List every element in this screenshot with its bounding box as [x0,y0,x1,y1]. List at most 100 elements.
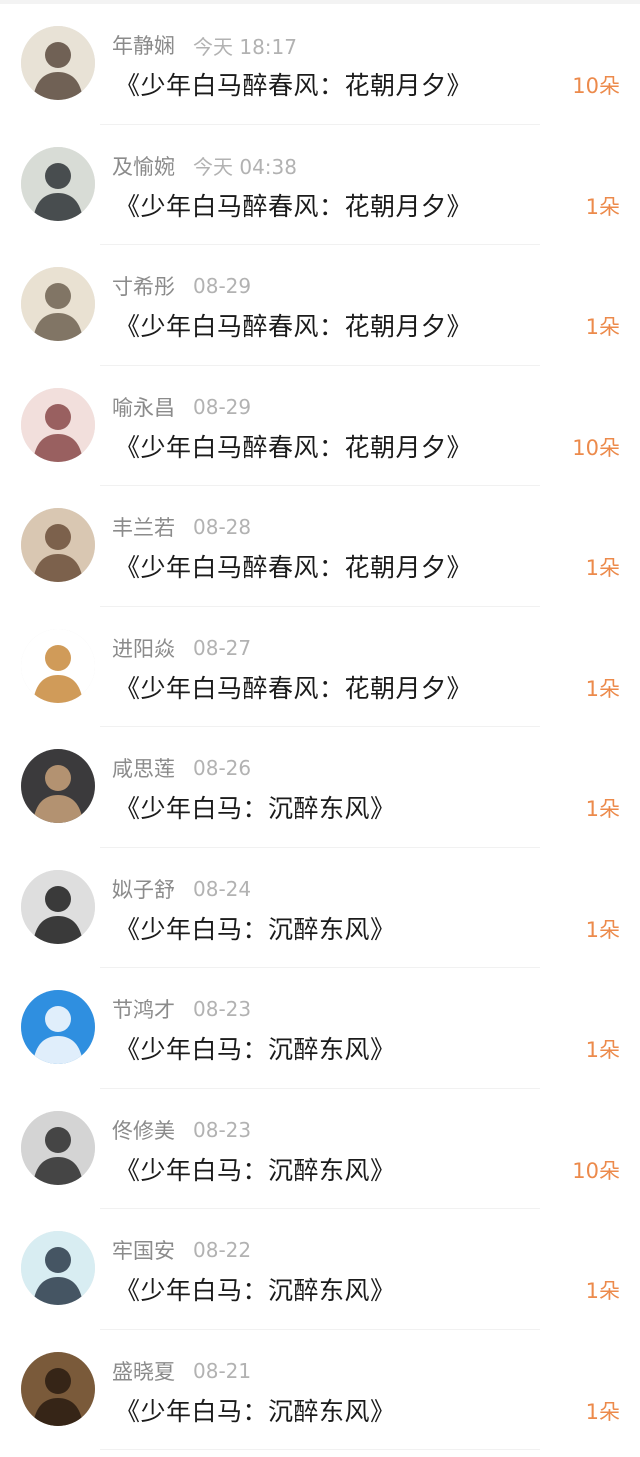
avatar[interactable] [21,628,95,703]
book-title[interactable]: 《少年白马醉春风：花朝月夕》 [115,548,472,584]
avatar-ink-portrait-icon [21,26,95,100]
flower-count: 1朵 [585,1279,620,1303]
user-name[interactable]: 年静娴 [112,30,175,60]
avatar[interactable] [21,1110,95,1185]
item-meta: 盛晓夏 08-21 [112,1356,251,1386]
item-meta: 牢国安 08-22 [112,1235,251,1265]
book-title[interactable]: 《少年白马醉春风：花朝月夕》 [115,428,472,464]
list-item[interactable]: 年静娴 今天 18:17 《少年白马醉春风：花朝月夕》 10朵 [0,4,640,125]
list-item[interactable]: 盛晓夏 08-21 《少年白马：沉醉东风》 1朵 [0,1330,640,1450]
user-name[interactable]: 佟修美 [112,1115,175,1145]
row-divider [100,1449,540,1450]
avatar-head [45,1126,71,1153]
timestamp: 08-21 [193,1358,252,1383]
user-name[interactable]: 及愉婉 [112,151,175,181]
user-name[interactable]: 牢国安 [112,1235,175,1265]
flower-count: 1朵 [585,194,620,219]
flower-count: 1朵 [585,1038,620,1062]
item-meta: 姒子舒 08-24 [112,874,251,904]
timestamp: 08-29 [193,274,252,298]
item-meta: 节鸿才 08-23 [112,994,251,1024]
list-item[interactable]: 姒子舒 08-24 《少年白马：沉醉东风》 1朵 [0,848,640,968]
item-meta: 寸希彤 08-29 [112,271,251,301]
flower-count: 1朵 [585,917,620,942]
flower-count: 10朵 [572,74,620,98]
avatar[interactable] [21,387,95,462]
avatar[interactable] [21,869,95,944]
flower-count: 1朵 [585,1399,620,1424]
avatar-head [45,644,71,671]
avatar-hiker-silhouette-icon [21,869,95,944]
book-title[interactable]: 《少年白马醉春风：花朝月夕》 [115,66,472,102]
book-title[interactable]: 《少年白马醉春风：花朝月夕》 [115,187,472,223]
avatar-head [45,1367,71,1394]
avatar-head [45,162,71,189]
list-item[interactable]: 喻永昌 08-29 《少年白马醉春风：花朝月夕》 10朵 [0,366,640,486]
timestamp: 08-22 [193,1238,252,1262]
timestamp: 08-26 [193,756,252,780]
flower-count: 10朵 [572,435,620,460]
book-title[interactable]: 《少年白马：沉醉东风》 [115,1030,396,1066]
book-title[interactable]: 《少年白马醉春风：花朝月夕》 [115,307,472,343]
book-title[interactable]: 《少年白马：沉醉东风》 [115,1151,396,1187]
book-title[interactable]: 《少年白马：沉醉东风》 [115,789,396,825]
timestamp: 08-29 [193,394,252,419]
user-name[interactable]: 盛晓夏 [112,1356,175,1386]
item-meta: 佟修美 08-23 [112,1115,251,1145]
timestamp: 今天 18:17 [193,34,297,59]
user-name[interactable]: 丰兰若 [112,512,175,542]
avatar[interactable] [21,26,95,100]
avatar-sketch-girl-icon [21,267,95,341]
user-name[interactable]: 进阳焱 [112,633,175,663]
list-item[interactable]: 进阳焱 08-27 《少年白马醉春风：花朝月夕》 1朵 [0,607,640,727]
avatar-head [45,283,71,309]
user-name[interactable]: 喻永昌 [112,392,175,422]
avatar[interactable] [21,267,95,341]
item-meta: 进阳焱 08-27 [112,633,251,663]
timestamp: 08-27 [193,635,252,660]
gift-list: 年静娴 今天 18:17 《少年白马醉春风：花朝月夕》 10朵 及愉婉 今天 0… [0,4,640,1450]
avatar-head [45,765,71,791]
user-name[interactable]: 寸希彤 [112,271,175,301]
item-meta: 及愉婉 今天 04:38 [112,151,297,181]
user-name[interactable]: 节鸿才 [112,994,175,1024]
user-name[interactable]: 姒子舒 [112,874,175,904]
flower-count: 1朵 [585,556,620,580]
list-item[interactable]: 咸思莲 08-26 《少年白马：沉醉东风》 1朵 [0,727,640,848]
avatar[interactable] [21,1351,95,1426]
avatar[interactable] [21,749,95,823]
book-title[interactable]: 《少年白马：沉醉东风》 [115,910,396,946]
list-item[interactable]: 节鸿才 08-23 《少年白马：沉醉东风》 1朵 [0,968,640,1089]
avatar-face-closeup-icon [21,387,95,462]
avatar-woman-photo-icon [21,508,95,582]
timestamp: 08-23 [193,1117,252,1142]
list-item[interactable]: 及愉婉 今天 04:38 《少年白马醉春风：花朝月夕》 1朵 [0,125,640,245]
list-item[interactable]: 牢国安 08-22 《少年白马：沉醉东风》 1朵 [0,1209,640,1330]
flower-count: 1朵 [585,676,620,701]
book-title[interactable]: 《少年白马：沉醉东风》 [115,1271,396,1307]
flower-count: 1朵 [585,797,620,821]
avatar[interactable] [21,1231,95,1305]
flower-count: 1朵 [585,315,620,339]
timestamp: 08-23 [193,997,252,1021]
avatar-street-photo-icon [21,749,95,823]
book-title[interactable]: 《少年白马：沉醉东风》 [115,1392,396,1428]
avatar-head [45,42,71,68]
list-item[interactable]: 寸希彤 08-29 《少年白马醉春风：花朝月夕》 1朵 [0,245,640,366]
item-meta: 喻永昌 08-29 [112,392,251,422]
book-title[interactable]: 《少年白马醉春风：花朝月夕》 [115,669,472,705]
avatar[interactable] [21,990,95,1064]
avatar[interactable] [21,146,95,221]
timestamp: 08-24 [193,876,252,901]
item-meta: 丰兰若 08-28 [112,512,251,542]
avatar[interactable] [21,508,95,582]
avatar-anime-girl-icon [21,1231,95,1305]
timestamp: 今天 04:38 [193,155,297,179]
avatar-dolphin-icon [21,990,95,1064]
list-item[interactable]: 丰兰若 08-28 《少年白马醉春风：花朝月夕》 1朵 [0,486,640,607]
user-name[interactable]: 咸思莲 [112,753,175,783]
item-meta: 咸思莲 08-26 [112,753,251,783]
list-item[interactable]: 佟修美 08-23 《少年白马：沉醉东风》 10朵 [0,1089,640,1209]
timestamp: 08-28 [193,515,252,539]
avatar-rabbit-icon [21,146,95,221]
